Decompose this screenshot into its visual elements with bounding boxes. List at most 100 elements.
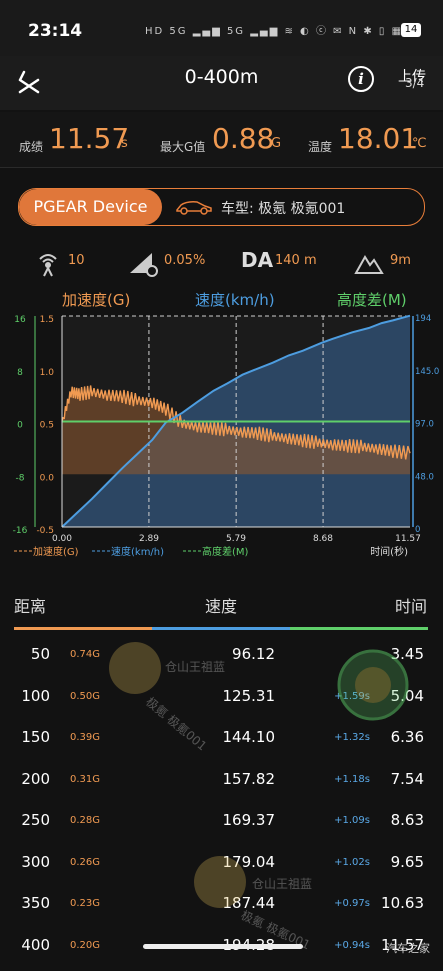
g-tick: 1.5 [40, 315, 54, 325]
gmax-unit: G [271, 136, 282, 151]
speed-tick: 194 [415, 314, 431, 324]
row-delta: +1.18s [334, 773, 370, 785]
row-speed: 96.12 [232, 645, 275, 663]
row-gforce: 0.31G [70, 773, 101, 785]
row-distance: 300 [21, 852, 50, 871]
row-gforce: 0.23G [70, 898, 101, 909]
alt-tick: 8 [17, 368, 23, 378]
row-distance: 400 [21, 935, 50, 954]
row-delta: +1.59s [334, 690, 370, 702]
g-tick: 0.5 [40, 421, 54, 431]
x-tick: 5.79 [226, 534, 246, 544]
temp-label: 温度 [308, 140, 333, 154]
row-time: 9.65 [390, 852, 424, 871]
status-icons: HD 5G ▂▄▆ 5G ▂▄▆ ≋ ◐ ⓒ ✉ N ✱ ▯ ▦ ≋ [145, 26, 419, 37]
row-gforce: 0.26G [70, 856, 101, 868]
legend-top-g: 加速度(G) [62, 291, 130, 309]
satellite-icon [39, 254, 57, 277]
mountain-icon [354, 255, 384, 274]
legend-g: 加速度(G) [33, 545, 79, 558]
row-speed: 157.82 [222, 769, 276, 788]
row-distance: 200 [21, 769, 50, 788]
page-indicator: 3/4 [405, 76, 425, 90]
legend-speed: 速度(km/h) [111, 545, 164, 558]
satellite-count: 10 [68, 253, 85, 268]
alt-tick: 0 [17, 421, 23, 431]
legend-alt: 高度差(M) [202, 545, 249, 558]
x-tick: 0.00 [52, 534, 72, 544]
table-header: 距离 速度 时间 [0, 585, 443, 633]
device-name: PGEAR Device [19, 189, 162, 225]
page-title: 0-400m [184, 66, 259, 88]
device-bar[interactable]: PGEAR Device 车型: 极氪 极氪001 [18, 188, 425, 226]
altitude-value: 9m [390, 253, 411, 268]
da-value: 140 m [275, 253, 317, 268]
row-delta: +0.97s [334, 898, 370, 909]
row-distance: 50 [30, 645, 50, 663]
row-time: 8.63 [390, 811, 424, 829]
footer-logo: 汽车之家 [386, 942, 430, 955]
temp-value: 18.01 [338, 122, 419, 155]
row-speed: 187.44 [222, 894, 276, 912]
slope-value: 0.05% [164, 253, 206, 268]
chart: 加速度(G) 速度(km/h) 高度差(M) 16 8 0 -8 -16 1.5 1.0 0.… [13, 291, 440, 558]
row-speed: 169.37 [222, 811, 276, 829]
header-distance: 距离 [14, 597, 47, 616]
x-tick: 8.68 [313, 534, 333, 544]
row-gforce: 0.28G [70, 815, 101, 826]
row-speed: 125.31 [222, 686, 276, 705]
car-icon [176, 201, 212, 215]
da-label: DA [241, 248, 274, 272]
row-time: 5.04 [390, 686, 424, 705]
row-time: 3.45 [390, 645, 424, 663]
status-time: 23:14 [28, 21, 83, 41]
slope-icon [130, 253, 158, 277]
score-label: 成绩 [19, 140, 44, 154]
speed-tick: 145.0 [415, 367, 439, 377]
speed-tick: 97.0 [415, 420, 434, 430]
row-time: 6.36 [390, 728, 424, 746]
row-time: 7.54 [390, 769, 424, 788]
row-gforce: 0.74G [70, 649, 101, 660]
legend-top-alt: 高度差(M) [337, 291, 407, 309]
row-time: 10.63 [381, 894, 424, 912]
row-gforce: 0.20G [70, 939, 101, 951]
alt-tick: -16 [13, 526, 28, 536]
row-distance: 250 [21, 811, 50, 829]
g-tick: 1.0 [40, 368, 55, 378]
header-speed: 速度 [205, 597, 238, 616]
row-distance: 350 [21, 894, 50, 912]
score-value: 11.57 [49, 122, 130, 155]
alt-tick: -8 [16, 473, 25, 483]
row-gforce: 0.50G [70, 690, 101, 702]
metrics-row: 10 0.05% DA 140 m 9m [0, 245, 443, 281]
summary-stats: 成绩 11.57 s 最大G值 0.88 G 温度 18.01 ℃ [0, 112, 443, 168]
x-tick: 2.89 [139, 534, 159, 544]
row-distance: 150 [21, 728, 50, 746]
header-time: 时间 [395, 597, 428, 616]
row-speed: 179.04 [222, 852, 276, 871]
x-tick: 11.57 [395, 534, 421, 544]
row-speed: 144.10 [222, 728, 276, 746]
speed-tick: 48.0 [415, 472, 434, 482]
gmax-label: 最大G值 [160, 140, 206, 154]
row-delta: +1.32s [334, 732, 370, 743]
gmax-value: 0.88 [212, 122, 275, 155]
status-bar: 23:14 HD 5G ▂▄▆ 5G ▂▄▆ ≋ ◐ ⓒ ✉ N ✱ ▯ ▦ ≋… [0, 0, 443, 56]
row-delta: +1.02s [334, 856, 370, 868]
row-delta: +0.94s [334, 939, 370, 951]
alt-tick: 16 [14, 315, 26, 325]
score-unit: s [121, 136, 128, 151]
x-axis-label: 时间(秒) [370, 545, 408, 558]
battery-icon: 14 [401, 23, 421, 37]
legend-top-speed: 速度(km/h) [195, 291, 275, 309]
nav-bar: 0-400m i 上传 3/4 [0, 56, 443, 110]
row-gforce: 0.39G [70, 732, 101, 743]
row-distance: 100 [21, 686, 50, 705]
row-delta: +1.09s [334, 815, 370, 826]
car-model: 车型: 极氪 极氪001 [221, 201, 346, 217]
temp-unit: ℃ [412, 136, 427, 151]
home-indicator[interactable] [143, 944, 303, 949]
g-tick: 0.0 [40, 473, 55, 483]
info-icon[interactable]: i [348, 66, 374, 92]
